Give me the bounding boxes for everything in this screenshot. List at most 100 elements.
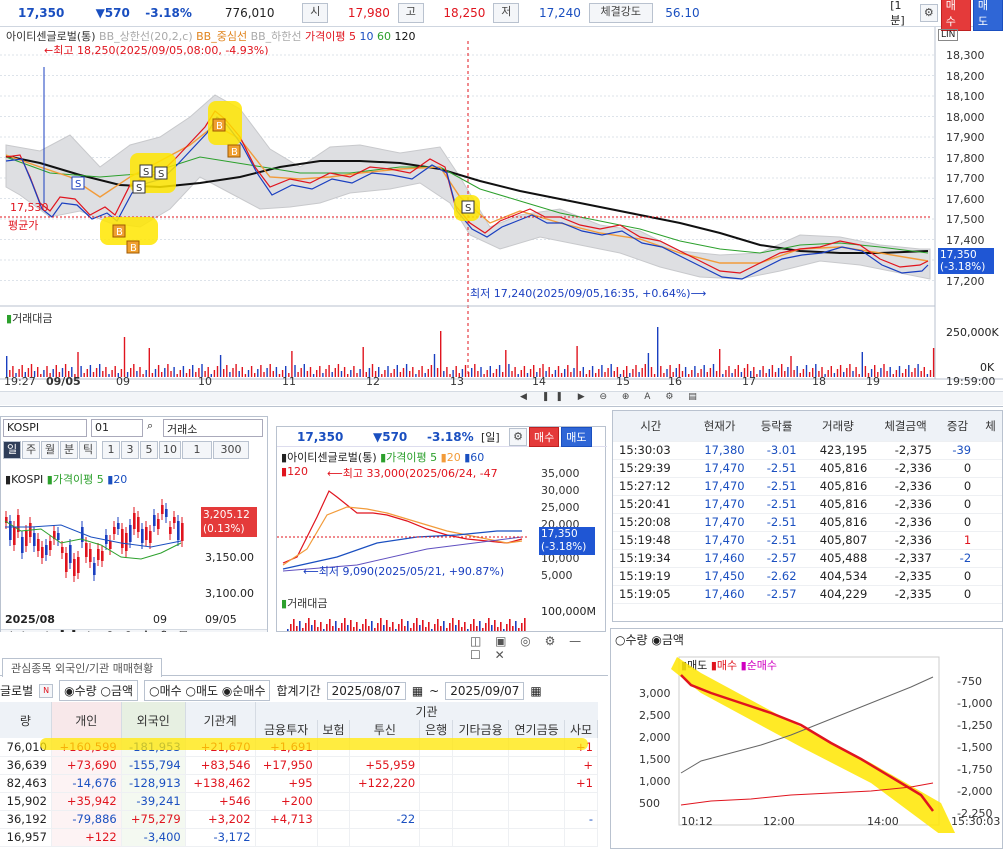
volume-bar (784, 371, 786, 377)
daily-volume-bar (419, 625, 421, 631)
tab-tick[interactable]: 틱 (79, 441, 97, 459)
daily-volume-bar (476, 626, 478, 631)
low-label: 저 (493, 3, 520, 23)
tick-row[interactable]: 15:19:19 17,450 -2.62 404,534 -2,335 0 (613, 567, 1002, 586)
daily-volume-bar (371, 621, 373, 631)
index-num-input[interactable]: 01 (91, 419, 143, 437)
gear-icon[interactable]: ⚙ (509, 427, 527, 446)
kospi-candle (85, 543, 88, 557)
date-to-input[interactable]: 2025/09/07 (445, 681, 525, 700)
svg-text:S: S (143, 167, 149, 178)
tick-row[interactable]: 15:29:39 17,470 -2.51 405,816 -2,336 0 (613, 459, 1002, 478)
tick-header-cell[interactable]: 등락률 (750, 411, 803, 442)
tick-header-cell[interactable]: 거래량 (802, 411, 874, 442)
tab-month[interactable]: 월 (41, 441, 59, 459)
volume-bar (167, 364, 169, 377)
daily-sell-button[interactable]: 매도 (561, 426, 592, 447)
volume-bar (700, 369, 702, 377)
volume-bar (188, 369, 191, 377)
volume-bar (179, 370, 181, 377)
investor-row[interactable]: 36,192 -79,886 +75,279 +3,202 +4,713 -22 - (0, 810, 598, 829)
tick-header-cell[interactable]: 증감 (937, 411, 978, 442)
tick-row[interactable]: 15:19:34 17,460 -2.57 405,488 -2,337 -2 (613, 549, 1002, 568)
investor-cell (317, 828, 351, 847)
tick-header-cell[interactable]: 체 (977, 411, 1002, 442)
investor-header-cell[interactable]: 금융투자 (255, 720, 318, 738)
group-dropdown[interactable]: N (39, 683, 54, 698)
volume-bar (604, 372, 606, 377)
calendar-icon[interactable]: ▦ (530, 684, 541, 698)
period-selector[interactable]: [1분] (890, 0, 916, 28)
investor-header-cell[interactable]: 연기금등 (508, 720, 566, 738)
tick-cell (977, 513, 1002, 532)
daily-volume-bar (503, 629, 505, 631)
tick-row[interactable]: 15:20:08 17,470 -2.51 405,816 -2,336 0 (613, 513, 1002, 532)
market-field[interactable]: 거래소 (163, 419, 263, 437)
gear-icon[interactable]: ⚙ (919, 4, 938, 22)
kospi-tick-1: 3,150.00 (205, 551, 254, 564)
tick-row[interactable]: 15:19:48 17,470 -2.51 405,807 -2,336 1 (613, 531, 1002, 550)
volume-bar (223, 369, 225, 377)
num-3[interactable]: 3 (121, 441, 139, 459)
time-tick: 18 (812, 375, 826, 388)
volume-bar (929, 370, 932, 377)
tick-cell: -2.57 (750, 585, 803, 604)
investor-header-cell[interactable]: 기관계 (185, 702, 256, 738)
tab-day[interactable]: 일 (3, 441, 21, 459)
volume-bar (653, 374, 656, 377)
tick-row[interactable]: 15:20:41 17,470 -2.51 405,816 -2,336 0 (613, 495, 1002, 514)
investor-header-cell[interactable]: 투신 (349, 720, 421, 738)
count-input[interactable]: 300 (213, 441, 249, 459)
volume-bar (99, 364, 101, 377)
investor-header-cell[interactable]: 량 (0, 702, 52, 738)
group-label: 글로벌 (0, 684, 34, 698)
date-from-input[interactable]: 2025/08/07 (326, 681, 406, 700)
investor-header-cell[interactable]: 은행 (419, 720, 454, 738)
flow-radio[interactable]: ○수량 ◉금액 (615, 631, 684, 648)
tick-header-cell[interactable]: 시간 (613, 411, 689, 442)
interval-select[interactable]: 1 (182, 441, 212, 459)
tick-header-cell[interactable]: 체결금액 (873, 411, 938, 442)
investor-row[interactable]: 16,957 +122 -3,400 -3,172 (0, 828, 598, 847)
daily-period[interactable]: [일] (481, 429, 509, 445)
investor-row[interactable]: 82,463 -14,676 -128,913 +138,462 +95 +122,220… (0, 774, 598, 793)
kospi-candle (45, 545, 48, 555)
investor-header-cell[interactable]: 개인 (51, 702, 122, 738)
investor-row[interactable]: 15,902 +35,942 -39,241 +546 +200 (0, 792, 598, 811)
investor-header-cell[interactable]: 보험 (317, 720, 351, 738)
daily-volume-bar (434, 624, 436, 631)
volume-bar (852, 371, 854, 377)
tab-investor[interactable]: 관심종목 외국인/기관 매매현황 (2, 658, 163, 677)
tick-cell: -2.57 (750, 549, 803, 568)
investor-cell (564, 828, 598, 847)
tab-minute[interactable]: 분 (60, 441, 78, 459)
volume-bar (164, 368, 166, 377)
unit-radio[interactable]: ◉수량 ○금액 (59, 680, 139, 701)
tab-week[interactable]: 주 (22, 441, 40, 459)
num-1[interactable]: 1 (102, 441, 120, 459)
volume-bar (694, 366, 696, 377)
tick-cell: 1 (937, 531, 978, 550)
scroll-controls[interactable]: ◀ ❚❚ ▶ ⊖ ⊕ A ⚙ ▤ (520, 392, 703, 402)
main-intraday-chart[interactable]: 아이티센글로벌(통) BB_상한선(20,2,c) BB_중심선 BB_하한선 … (0, 27, 1003, 407)
kospi-x-1: 2025/08 (5, 613, 55, 626)
side-radio[interactable]: ○매수 ○매도 ◉순매수 (144, 680, 271, 701)
tick-header-cell[interactable]: 현재가 (688, 411, 751, 442)
calendar-icon[interactable]: ▦ (412, 684, 423, 698)
index-code-input[interactable]: KOSPI (3, 419, 87, 437)
daily-buy-button[interactable]: 매수 (529, 426, 560, 447)
investor-row[interactable]: 36,639 +73,690 -155,794 +83,546 +17,950 +55,9… (0, 756, 598, 775)
volume-bar (130, 368, 132, 377)
investor-header-cell[interactable]: 외국인 (121, 702, 186, 738)
search-icon[interactable]: ⌕ (147, 419, 153, 433)
main-scrollbar[interactable]: ◀ ❚❚ ▶ ⊖ ⊕ A ⚙ ▤ (0, 391, 1003, 405)
num-5[interactable]: 5 (140, 441, 158, 459)
tick-row[interactable]: 15:30:03 17,380 -3.01 423,195 -2,375 -39 (613, 441, 1002, 460)
tick-row[interactable]: 15:27:12 17,470 -2.51 405,816 -2,336 0 (613, 477, 1002, 496)
kospi-candle (21, 537, 24, 553)
investor-header-cell[interactable]: 기타금융 (452, 720, 510, 738)
investor-header-cell[interactable]: 사모 (564, 720, 598, 738)
tick-row[interactable]: 15:19:05 17,460 -2.57 404,229 -2,335 0 (613, 585, 1002, 604)
daily-volume-bar (395, 629, 397, 631)
num-10[interactable]: 10 (159, 441, 181, 459)
